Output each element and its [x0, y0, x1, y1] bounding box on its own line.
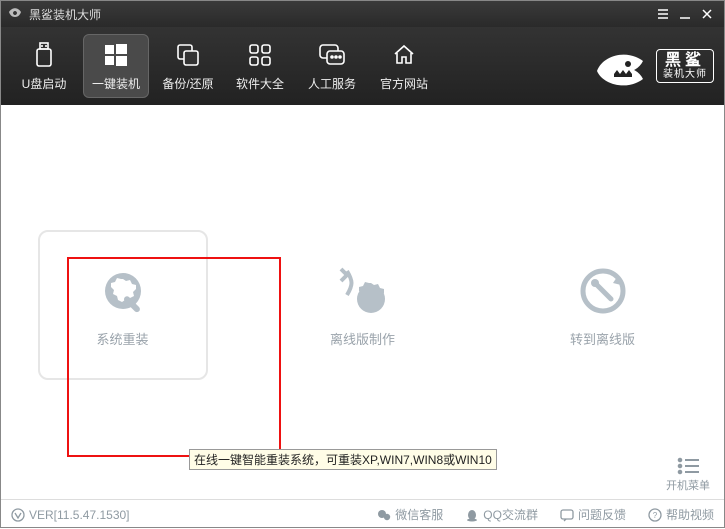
boot-menu-label: 开机菜单: [666, 477, 710, 493]
nav-label: U盘启动: [22, 75, 67, 92]
nav-website[interactable]: 官方网站: [371, 34, 437, 98]
brand-name: 黑鲨: [665, 52, 705, 70]
minimize-button[interactable]: [674, 3, 696, 25]
option-offline-maker[interactable]: 离线版制作: [278, 230, 448, 380]
feedback-icon: [560, 508, 574, 522]
qq-icon: [465, 508, 479, 522]
nav-label: 官方网站: [380, 75, 428, 92]
app-title: 黑鲨装机大师: [29, 6, 101, 23]
option-label: 系统重装: [96, 329, 148, 348]
option-system-reinstall[interactable]: 系统重装: [38, 230, 208, 380]
tooltip: 在线一键智能重装系统，可重装XP,WIN7,WIN8或WIN10: [189, 449, 497, 470]
nav-one-click-install[interactable]: 一键装机: [83, 34, 149, 98]
shark-logo-icon: [592, 46, 648, 86]
version-label: VER[11.5.47.1530]: [11, 508, 130, 522]
option-label: 转到离线版: [570, 329, 635, 348]
nav-backup-restore[interactable]: 备份/还原: [155, 34, 221, 98]
boot-menu-button[interactable]: 开机菜单: [666, 457, 710, 493]
statusbar: VER[11.5.47.1530] 微信客服 QQ交流群 问题反馈 ? 帮助视频: [1, 499, 724, 529]
nav-usb-boot[interactable]: U盘启动: [11, 34, 77, 98]
nav-label: 备份/还原: [162, 75, 213, 92]
option-label: 离线版制作: [330, 329, 395, 348]
nav-support[interactable]: 人工服务: [299, 34, 365, 98]
nav-label: 软件大全: [236, 75, 284, 92]
sb-feedback[interactable]: 问题反馈: [560, 506, 626, 523]
main-area: 系统重装 离线版制作 转到离线版 在线一键智能重装系统，可重装XP,WIN7,W…: [1, 105, 724, 499]
refresh-wrench-icon: [575, 263, 631, 319]
sb-help[interactable]: ? 帮助视频: [648, 506, 714, 523]
usb-icon: [30, 41, 58, 69]
app-icon: [7, 6, 23, 22]
nav-label: 人工服务: [308, 75, 356, 92]
brand-sub: 装机大师: [663, 69, 707, 80]
clone-icon: [174, 41, 202, 69]
sb-qq[interactable]: QQ交流群: [465, 506, 538, 523]
svg-text:?: ?: [653, 511, 658, 520]
home-icon: [390, 41, 418, 69]
list-icon: [677, 457, 699, 475]
nav-software[interactable]: 软件大全: [227, 34, 293, 98]
apps-icon: [246, 41, 274, 69]
toolbar: U盘启动 一键装机 备份/还原 软件大全 人工服务 官方网站 黑鲨: [1, 27, 724, 105]
offline-gear-icon: [335, 263, 391, 319]
brand: 黑鲨 装机大师: [592, 46, 714, 86]
nav-label: 一键装机: [92, 75, 140, 92]
titlebar: 黑鲨装机大师: [1, 1, 724, 27]
close-button[interactable]: [696, 3, 718, 25]
option-go-offline[interactable]: 转到离线版: [518, 230, 688, 380]
gear-wrench-icon: [95, 263, 151, 319]
settings-icon[interactable]: [652, 3, 674, 25]
version-icon: [11, 508, 25, 522]
help-icon: ?: [648, 508, 662, 522]
chat-icon: [318, 41, 346, 69]
sb-wechat[interactable]: 微信客服: [377, 506, 443, 523]
windows-icon: [102, 41, 130, 69]
wechat-icon: [377, 508, 391, 522]
